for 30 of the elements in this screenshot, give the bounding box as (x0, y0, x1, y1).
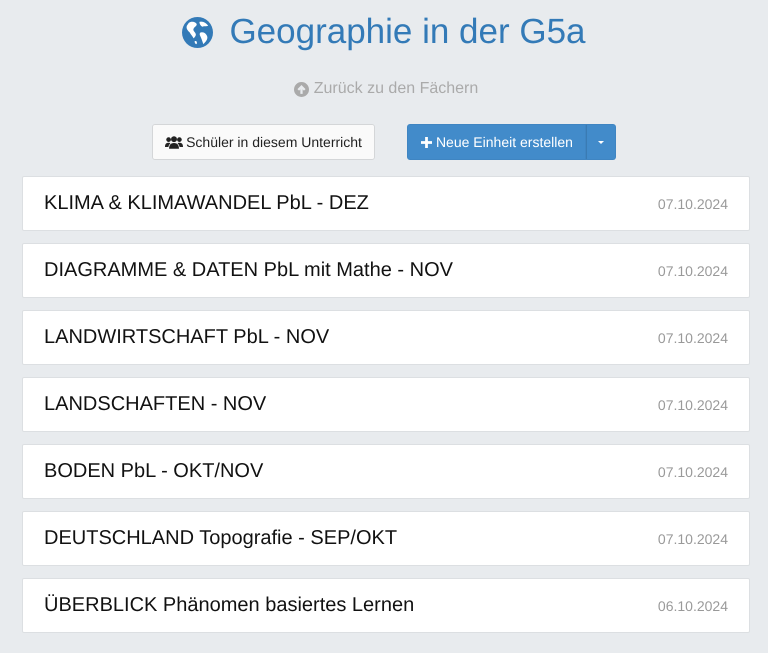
new-unit-button[interactable]: Neue Einheit erstellen (406, 124, 586, 160)
unit-title: LANDWIRTSCHAFT PbL - NOV (44, 326, 330, 349)
unit-title: DIAGRAMME & DATEN PbL mit Mathe - NOV (44, 259, 453, 282)
unit-title: DEUTSCHLAND Topografie - SEP/OKT (44, 527, 398, 550)
unit-list-item[interactable]: LANDWIRTSCHAFT PbL - NOV 07.10.2024 (22, 310, 750, 365)
globe-icon (182, 16, 214, 48)
unit-date: 06.10.2024 (658, 598, 728, 614)
unit-list-item[interactable]: LANDSCHAFTEN - NOV 07.10.2024 (22, 377, 750, 432)
unit-date: 07.10.2024 (658, 262, 728, 278)
arrow-up-circle-icon (294, 82, 309, 96)
unit-list-item[interactable]: BODEN PbL - OKT/NOV 07.10.2024 (22, 444, 750, 499)
dropdown-toggle-button[interactable] (586, 124, 616, 160)
unit-date: 07.10.2024 (658, 396, 728, 412)
unit-title: ÜBERBLICK Phänomen basiertes Lernen (44, 594, 414, 617)
unit-date: 07.10.2024 (658, 464, 728, 480)
unit-date: 07.10.2024 (658, 196, 728, 212)
unit-title: KLIMA & KLIMAWANDEL PbL - DEZ (44, 192, 369, 215)
students-button[interactable]: Schüler in diesem Unterricht (152, 124, 375, 160)
unit-list-item[interactable]: DIAGRAMME & DATEN PbL mit Mathe - NOV 07.10.2024 (22, 243, 750, 298)
unit-list-item[interactable]: DEUTSCHLAND Topografie - SEP/OKT 07.10.2024 (22, 511, 750, 566)
unit-title: BODEN PbL - OKT/NOV (44, 460, 264, 483)
caret-icon (598, 140, 604, 144)
users-icon (165, 134, 184, 150)
unit-date: 07.10.2024 (658, 330, 728, 346)
unit-list-item[interactable]: KLIMA & KLIMAWANDEL PbL - DEZ 07.10.2024 (22, 176, 750, 231)
page-title: Geographie in der G5a (229, 12, 586, 52)
plus-icon (420, 136, 432, 148)
unit-date: 07.10.2024 (658, 530, 728, 546)
unit-list-item[interactable]: ÜBERBLICK Phänomen basiertes Lernen 06.10.2024 (22, 578, 750, 633)
unit-title: LANDSCHAFTEN - NOV (44, 393, 266, 416)
